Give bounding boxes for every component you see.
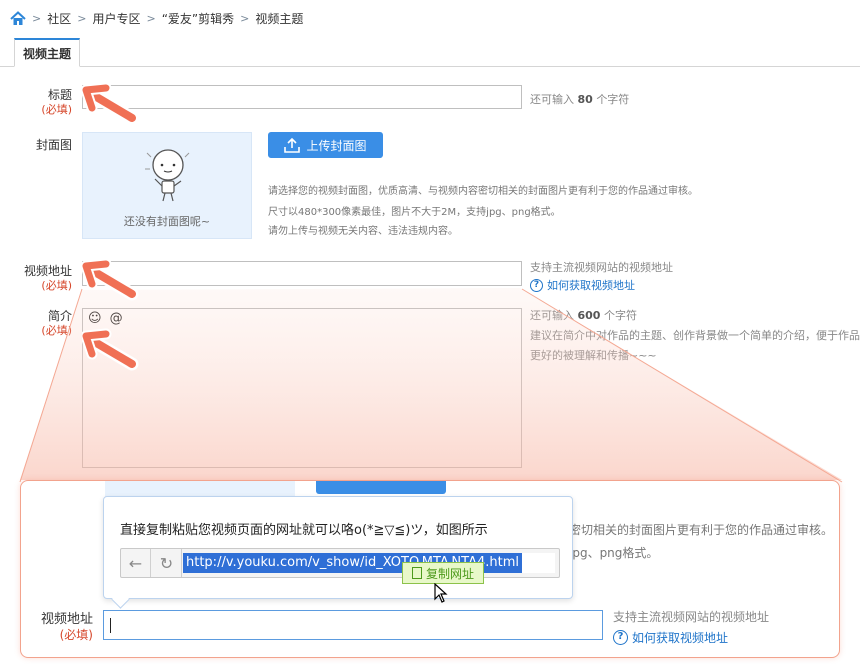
zoom-how-to-get-url-link[interactable]: ? 如何获取视频地址 [613,629,728,646]
breadcrumb: > 社区 > 用户专区 > “爱友”剪辑秀 > 视频主题 [10,10,303,26]
chevron-right-icon: > [77,11,87,25]
home-icon[interactable] [10,10,26,26]
zoom-bg-text: jpg、png格式。 [569,546,659,560]
chevron-right-icon: > [146,11,156,25]
cover-desc-line: 请勿上传与视频无关内容、违法违规内容。 [268,226,458,237]
required-mark: (必填) [41,324,72,337]
intro-label: 简介 (必填) [12,307,72,337]
title-label-text: 标题 [47,88,72,102]
intro-textarea[interactable] [82,308,522,468]
intro-hint-line: 更好的被理解和传播~~~ [530,349,657,362]
title-label: 标题 (必填) [12,86,72,116]
video-url-hint: 支持主流视频网站的视频地址 [530,261,673,274]
zoom-video-url-hint: 支持主流视频网站的视频地址 [613,610,770,624]
annotation-arrow-icon [82,328,139,371]
zoom-callout-panel: 密切相关的封面图片更有利于您的作品通过审核。 jpg、png格式。 直接复制粘贴… [20,480,840,658]
copy-icon [411,567,422,579]
question-icon: ? [530,278,543,292]
copy-url-chip: 复制网址 [402,562,484,584]
chevron-right-icon: > [240,11,250,25]
annotation-arrow-icon [82,82,139,125]
upload-icon [284,137,301,153]
text-caret [110,618,111,633]
intro-char-counter: 还可输入 600 个字符 [530,309,637,322]
cover-empty-text: 还没有封面图呢~ [123,215,211,228]
mention-icon[interactable]: @ [110,311,123,326]
video-url-input[interactable] [82,261,522,286]
intro-hint-line: 建议在简介中对作品的主题、创作背景做一个简单的介绍，便于作品 [530,329,860,342]
back-arrow-icon: ← [121,549,151,577]
mouse-cursor-icon [434,583,448,603]
cover-placeholder: 还没有封面图呢~ [82,132,252,239]
annotation-arrow-icon [82,258,139,301]
url-help-tooltip: 直接复制粘贴您视频页面的网址就可以咯o(*≧▽≦)ツ，如图所示 ← ↻ http… [103,496,573,603]
chevron-right-icon: > [32,11,42,25]
cover-desc-line: 尺寸以480*300像素最佳，图片不大于2M，支持jpg、png格式。 [268,207,561,218]
address-field: http://v.youku.com/v_show/id_XOTQ MTA NT… [183,553,555,573]
zoom-video-url-input[interactable] [103,610,603,640]
title-input[interactable] [82,85,522,109]
video-url-label: 视频地址 (必填) [12,262,72,292]
tab-video-topic[interactable]: 视频主题 [14,38,80,67]
required-mark: (必填) [41,279,72,292]
breadcrumb-community[interactable]: 社区 [47,10,71,27]
breadcrumb-user-zone[interactable]: 用户专区 [92,10,140,27]
question-icon: ? [613,630,628,645]
upload-cover-button[interactable]: 上传封面图 [268,132,383,158]
refresh-icon: ↻ [152,549,182,577]
zoom-bg-text: 密切相关的封面图片更有利于您的作品通过审核。 [569,523,834,537]
zoom-video-url-label: 视频地址 (必填) [21,612,93,643]
editor-toolbar: ☺ @ [88,311,123,326]
required-mark: (必填) [41,103,72,116]
tab-bar: 视频主题 [0,38,860,67]
upload-cover-label: 上传封面图 [306,138,367,153]
zoom-bg-upload-button [316,481,446,494]
browser-address-bar: ← ↻ http://v.youku.com/v_show/id_XOTQ MT… [120,548,560,578]
required-mark: (必填) [59,628,93,642]
cover-label: 封面图 [35,138,72,152]
tooltip-text: 直接复制粘贴您视频页面的网址就可以咯o(*≧▽≦)ツ，如图所示 [120,523,488,538]
cover-desc-line: 请选择您的视频封面图，优质高清、与视频内容密切相关的封面图片更有利于您的作品通过… [268,186,698,197]
mascot-icon [145,149,190,202]
title-char-counter: 还可输入 80 个字符 [530,93,630,106]
how-to-get-url-link[interactable]: ? 如何获取视频地址 [530,277,635,293]
breadcrumb-current: 视频主题 [255,11,304,26]
emoji-icon[interactable]: ☺ [88,311,102,326]
breadcrumb-edit-show[interactable]: “爱友”剪辑秀 [162,10,234,27]
